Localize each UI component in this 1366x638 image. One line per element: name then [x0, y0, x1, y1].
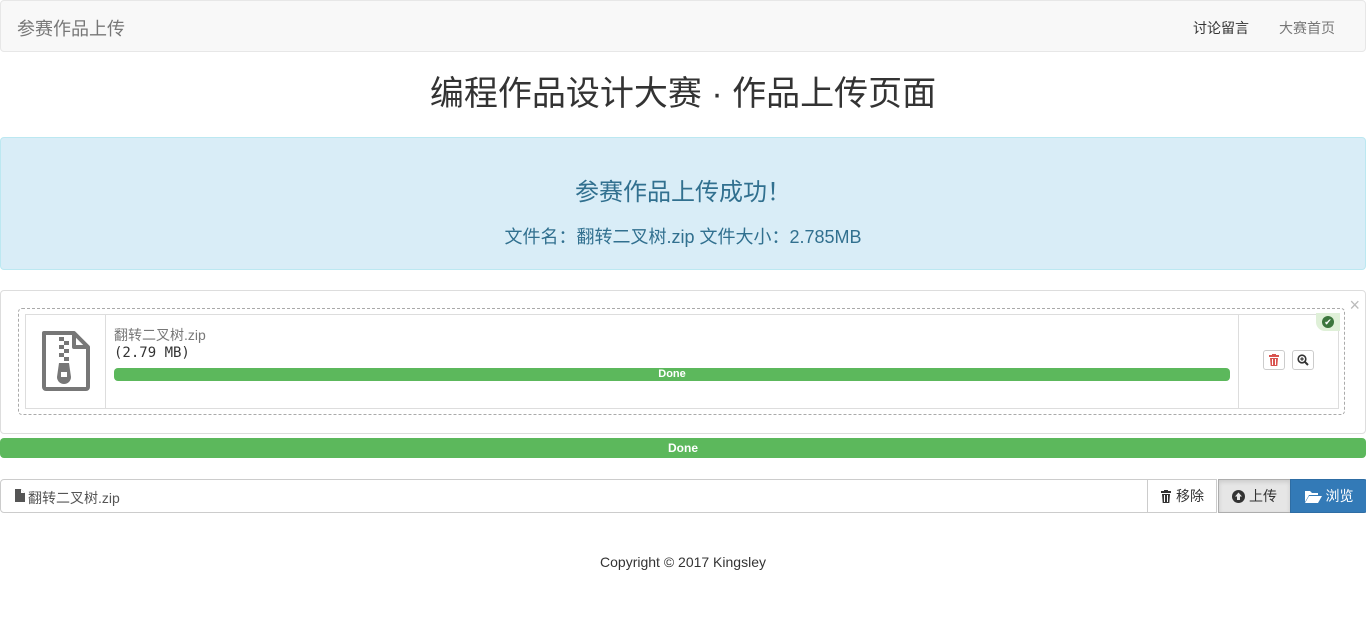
- drop-zone[interactable]: 翻转二叉树.zip (2.79 MB) Done ✔: [18, 308, 1345, 415]
- overall-progress-bar: Done: [0, 438, 1366, 458]
- close-preview-icon[interactable]: ×: [1349, 296, 1360, 314]
- check-circle-icon: ✔: [1322, 316, 1334, 328]
- folder-open-icon: [1304, 491, 1322, 503]
- navbar: 参赛作品上传 讨论留言 大赛首页: [0, 0, 1366, 52]
- browse-button[interactable]: 浏览: [1290, 479, 1366, 513]
- upload-success-badge: ✔: [1316, 313, 1340, 331]
- upload-button-label: 上传: [1249, 488, 1277, 504]
- upload-button[interactable]: 上传: [1218, 479, 1291, 513]
- remove-button[interactable]: 移除: [1148, 479, 1217, 513]
- file-icon: [15, 489, 25, 502]
- zip-file-icon: [42, 331, 90, 391]
- preview-file-name: 翻转二叉树.zip: [114, 327, 206, 343]
- upload-icon: [1232, 490, 1245, 503]
- zoom-icon: [1297, 354, 1309, 366]
- alert-title: 参赛作品上传成功！: [575, 179, 791, 206]
- zoom-file-button[interactable]: [1292, 350, 1314, 370]
- file-progress-bar: Done: [114, 368, 1230, 381]
- trash-icon: [1161, 490, 1171, 503]
- alert-file-info: 文件名：翻转二叉树.zip 文件大小：2.785MB: [504, 227, 862, 247]
- overall-progress-label: Done: [668, 441, 698, 455]
- file-preview-frame: 翻转二叉树.zip (2.79 MB) Done: [25, 314, 1339, 409]
- success-alert: 参赛作品上传成功！ 文件名：翻转二叉树.zip 文件大小：2.785MB: [0, 137, 1366, 270]
- preview-file-size: (2.79 MB): [114, 345, 190, 361]
- file-input-group: 翻转二叉树.zip 移除 上传 浏览: [0, 479, 1366, 513]
- file-thumbnail: [26, 315, 106, 408]
- page-title: 编程作品设计大赛 · 作品上传页面: [429, 75, 937, 113]
- delete-file-button[interactable]: [1263, 350, 1285, 370]
- file-progress-label: Done: [658, 368, 686, 380]
- navbar-brand[interactable]: 参赛作品上传: [17, 15, 125, 41]
- file-preview-panel: × 翻转二叉树.zip (2.79 MB) Done ✔: [0, 290, 1366, 434]
- trash-icon: [1269, 354, 1279, 366]
- nav-link-discussion[interactable]: 讨论留言: [1193, 18, 1249, 38]
- remove-button-label: 移除: [1176, 488, 1204, 504]
- file-caption[interactable]: 翻转二叉树.zip: [0, 479, 1148, 513]
- nav-link-home[interactable]: 大赛首页: [1279, 18, 1335, 38]
- file-caption-text: 翻转二叉树.zip: [28, 490, 120, 506]
- browse-button-label: 浏览: [1325, 488, 1354, 504]
- footer-copyright: Copyright © 2017 Kingsley: [600, 554, 766, 570]
